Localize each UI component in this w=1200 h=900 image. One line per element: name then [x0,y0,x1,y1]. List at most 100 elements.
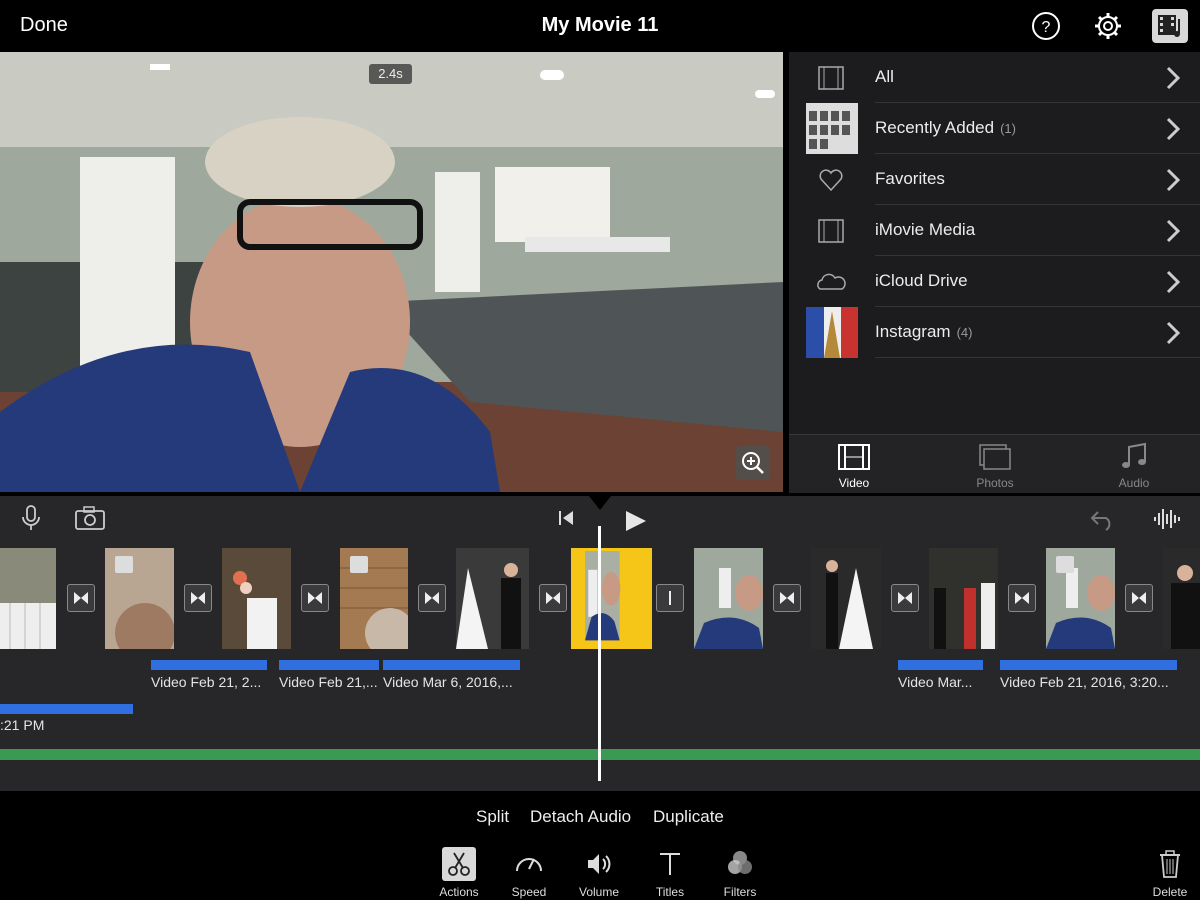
transition-button[interactable] [1125,584,1153,612]
gear-icon[interactable] [1092,10,1124,42]
clip-audio-label: Video Feb 21, 2... [151,674,262,690]
undo-icon[interactable] [1088,506,1118,532]
muted-speaker-icon [115,556,133,573]
audio-bar[interactable] [898,660,983,670]
browser-item-label: Recently Added (1) [875,118,1016,137]
transition-button[interactable] [1008,584,1036,612]
tool-actions[interactable]: Actions [424,847,494,899]
microphone-icon[interactable] [20,504,42,532]
playhead-marker [589,496,611,510]
delete-button[interactable]: Delete [1135,847,1200,899]
split-button[interactable]: Split [476,807,509,827]
zoom-icon[interactable] [736,446,770,480]
instagram-thumbnail [806,307,858,358]
transition-button[interactable] [539,584,567,612]
video-preview[interactable]: 2.4s [0,52,783,492]
chevron-right-icon [1166,117,1180,141]
video-clip[interactable] [1046,548,1115,649]
tab-audio[interactable]: Audio [1094,441,1174,490]
media-browser-toggle-icon[interactable] [1152,9,1188,43]
heart-icon [819,169,843,192]
video-clip[interactable] [694,548,763,649]
film-strip-icon [818,66,844,90]
browser-item-label: iCloud Drive [875,271,968,290]
chevron-right-icon [1166,321,1180,345]
transition-button[interactable] [301,584,329,612]
audio-bar[interactable] [0,704,133,714]
project-title: My Movie 11 [541,14,659,36]
video-clip[interactable] [811,548,881,649]
tool-filters[interactable]: Filters [705,847,775,899]
chevron-right-icon [1166,168,1180,192]
preview-frame [0,52,783,492]
tool-speed[interactable]: Speed [494,847,564,899]
chevron-right-icon [1166,219,1180,243]
speedometer-icon [516,858,542,872]
clip-audio-label: Video Feb 21,... [279,674,378,690]
duration-badge: 2.4s [369,64,412,84]
play-icon[interactable] [622,508,648,534]
transition-button[interactable] [656,584,684,612]
duplicate-button[interactable]: Duplicate [653,807,724,827]
tool-titles[interactable]: Titles [635,847,705,899]
browser-item-all[interactable]: All [789,52,1200,103]
scissors-icon [442,847,476,881]
audio-waveform-icon[interactable] [1152,506,1182,532]
browser-item-imovie-media[interactable]: iMovie Media [789,205,1200,256]
tool-volume[interactable]: Volume [564,847,634,899]
clip-audio-label: Video Mar... [898,674,973,690]
video-clip[interactable] [105,548,174,649]
muted-speaker-icon [350,556,368,573]
browser-item-recently-added[interactable]: Recently Added (1) [789,103,1200,154]
audio-bar[interactable] [1000,660,1177,670]
playhead[interactable] [598,526,601,781]
chevron-right-icon [1166,270,1180,294]
audio-bar[interactable] [383,660,520,670]
selected-video-clip[interactable] [571,548,652,649]
transition-button[interactable] [418,584,446,612]
chevron-right-icon [1166,66,1180,90]
muted-speaker-icon [1056,556,1074,573]
video-clip[interactable] [456,548,529,649]
camera-icon[interactable] [74,505,106,531]
video-clip[interactable] [929,548,998,649]
trash-icon [1160,850,1180,878]
tab-video[interactable]: Video [814,441,894,490]
titles-icon [660,853,680,875]
photos-icon [979,444,1011,470]
transition-button[interactable] [773,584,801,612]
speaker-icon [588,854,611,874]
browser-item-favorites[interactable]: Favorites [789,154,1200,205]
video-clip[interactable] [1163,548,1200,649]
audio-bar[interactable] [151,660,267,670]
browser-item-instagram[interactable]: Instagram (4) [789,307,1200,358]
browser-item-label: Instagram (4) [875,322,973,341]
transition-button[interactable] [67,584,95,612]
music-note-icon [1122,442,1146,468]
svg-text:?: ? [1042,19,1051,36]
video-clip[interactable] [340,548,408,649]
transition-button[interactable] [891,584,919,612]
video-clip[interactable] [0,548,56,649]
top-bar: Done My Movie 11 ? [0,0,1200,52]
done-button[interactable]: Done [20,14,68,37]
clip-audio-label: Video Mar 6, 2016,... [383,674,513,690]
browser-item-label: Favorites [875,169,945,188]
detach-audio-button[interactable]: Detach Audio [530,807,631,827]
tab-photos[interactable]: Photos [955,441,1035,490]
recently-added-thumbnail [806,103,858,154]
transition-button[interactable] [184,584,212,612]
media-browser: All Recently Added (1) Favorites iMovie M… [789,52,1200,492]
audio-bar[interactable] [279,660,379,670]
help-icon[interactable]: ? [1030,10,1062,42]
skip-to-start-icon[interactable] [556,508,576,528]
browser-item-label: All [875,67,894,86]
clip-audio-label: Video Feb 21, 2016, 3:20... [1000,674,1169,690]
film-icon [838,444,870,470]
video-clip[interactable] [222,548,291,649]
browser-tab-bar: Video Photos Audio [789,434,1200,493]
film-strip-icon [818,219,844,243]
clip-audio-label: :21 PM [0,717,45,733]
timeline[interactable]: Video Feb 21, 2... Video Feb 21,... Vide… [0,496,1200,791]
browser-item-icloud-drive[interactable]: iCloud Drive [789,256,1200,307]
